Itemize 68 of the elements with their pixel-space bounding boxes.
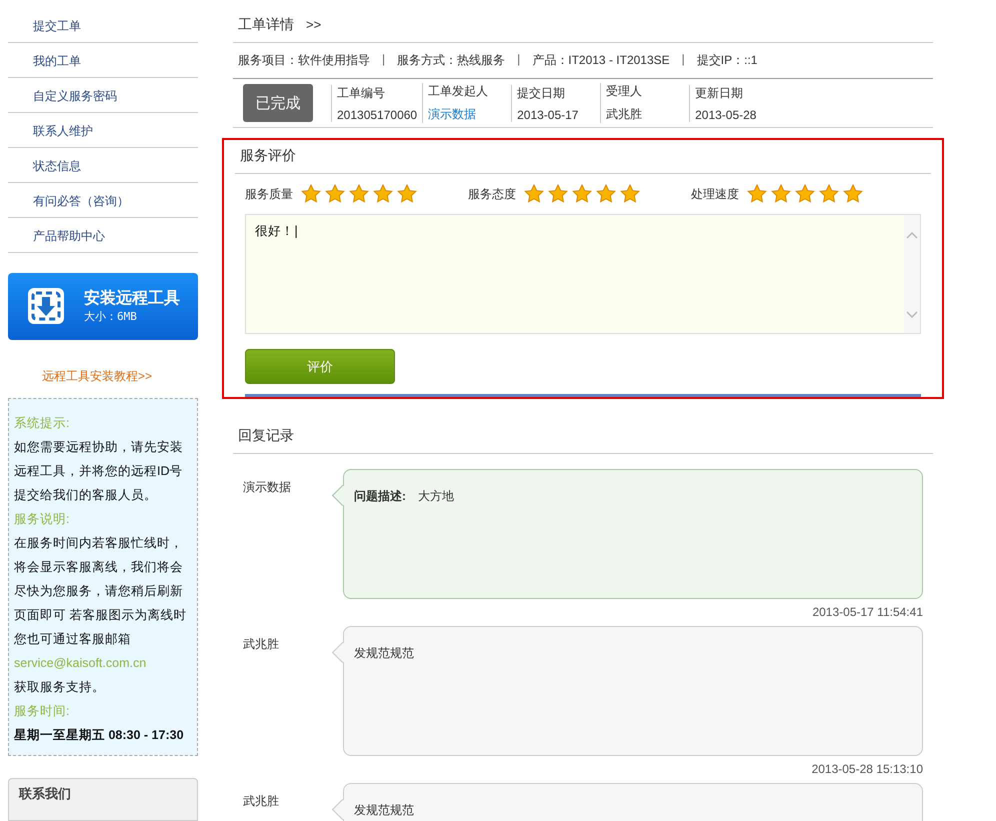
sidebar-nav-link[interactable]: 我的工单 <box>8 42 198 78</box>
star-icon[interactable] <box>771 184 791 204</box>
meta-text: 服务方式：热线服务 <box>397 52 506 69</box>
field-value: 201305170060 <box>337 108 418 122</box>
star-icon[interactable] <box>397 184 417 204</box>
install-remote-tool-button[interactable]: 安装远程工具 大小：6MB <box>8 272 198 340</box>
field-label: 工单发起人 <box>428 83 490 100</box>
download-icon <box>26 286 66 326</box>
field-label: 工单编号 <box>337 84 386 102</box>
meta-text: 服务项目：软件使用指导 <box>238 52 370 69</box>
message-text: 问题描述: 大方地 <box>354 489 454 503</box>
star-icon[interactable] <box>524 184 544 204</box>
star-icon[interactable] <box>620 184 640 204</box>
star-icon[interactable] <box>301 184 321 204</box>
reply-author: 演示数据 <box>243 479 292 496</box>
info-heading: 服务时间: <box>14 703 70 720</box>
title-arrow: >> <box>306 17 322 32</box>
service-hours: 星期一至星期五 08:30 - 17:30 <box>14 727 185 744</box>
status-badge: 已完成 <box>243 84 313 122</box>
info-heading: 系统提示: <box>14 415 70 432</box>
sidebar-nav-link[interactable]: 状态信息 <box>8 148 198 183</box>
reply-timestamp: 2013-05-17 11:54:41 <box>811 604 924 621</box>
field-label: 提交日期 <box>517 84 566 102</box>
field-value: 2013-05-28 <box>695 108 758 122</box>
meta-text: 产品：IT2013 - IT2013SE <box>532 52 670 69</box>
sidebar-nav-link[interactable]: 有问必答（咨询） <box>8 182 198 218</box>
contact-header: 联系我们 <box>8 778 198 821</box>
field-value: 武兆胜 <box>606 106 644 123</box>
reply-author: 武兆胜 <box>243 636 280 653</box>
reply-timestamp: 2013-05-28 15:13:10 <box>810 761 924 778</box>
message-text: 发规范规范 <box>354 803 414 817</box>
star-icon[interactable] <box>747 184 767 204</box>
section-title: 工单详情 <box>238 16 294 34</box>
scroll-up-icon[interactable] <box>906 231 918 239</box>
star-icon[interactable] <box>349 184 369 204</box>
sidebar-nav-link[interactable]: 自定义服务密码 <box>8 78 198 113</box>
info-text: 在服务时间内若客服忙线时，将会显示客服离线，我们将会尽快为您服务，请您稍后刷新页面即可 若客服图示为离线时您也可通过客服邮箱 <box>14 535 188 648</box>
reply-author: 武兆胜 <box>243 793 280 810</box>
criterion-label: 服务态度 <box>468 186 516 202</box>
criterion-label: 处理速度 <box>691 186 739 202</box>
field-value: 2013-05-17 <box>517 108 580 122</box>
comment-field[interactable]: 很好！| <box>245 214 921 334</box>
scroll-down-icon[interactable] <box>906 311 918 319</box>
star-icon[interactable] <box>843 184 863 204</box>
star-icon[interactable] <box>325 184 345 204</box>
section-title: 服务评价 <box>240 147 296 163</box>
criterion-label: 服务质量 <box>245 186 293 202</box>
message-text: 发规范规范 <box>354 646 414 660</box>
star-icon[interactable] <box>373 184 393 204</box>
star-icon[interactable] <box>819 184 839 204</box>
field-label: 更新日期 <box>695 84 744 102</box>
field-label: 受理人 <box>606 83 644 100</box>
info-text: 如您需要远程协助，请先安装远程工具，并将您的远程ID号提交给我们的客服人员。 <box>14 439 184 504</box>
sidebar-nav-link[interactable]: 产品帮助中心 <box>8 218 198 253</box>
star-icon[interactable] <box>596 184 616 204</box>
star-icon[interactable] <box>795 184 815 204</box>
separator: | <box>682 52 685 68</box>
meta-text: 提交IP：::1 <box>696 52 758 69</box>
separator: | <box>382 52 386 68</box>
star-icon[interactable] <box>548 184 568 204</box>
separator: | <box>517 52 520 68</box>
star-icon[interactable] <box>572 184 592 204</box>
info-text: 获取服务支持。 <box>14 679 106 696</box>
info-heading: 服务说明: <box>14 511 70 528</box>
sidebar-nav-link[interactable]: 联系人维护 <box>8 112 198 148</box>
field-link[interactable]: 演示数据 <box>428 106 506 123</box>
sidebar-nav-link[interactable]: 提交工单 <box>8 8 198 43</box>
section-title: 回复记录 <box>238 427 294 443</box>
